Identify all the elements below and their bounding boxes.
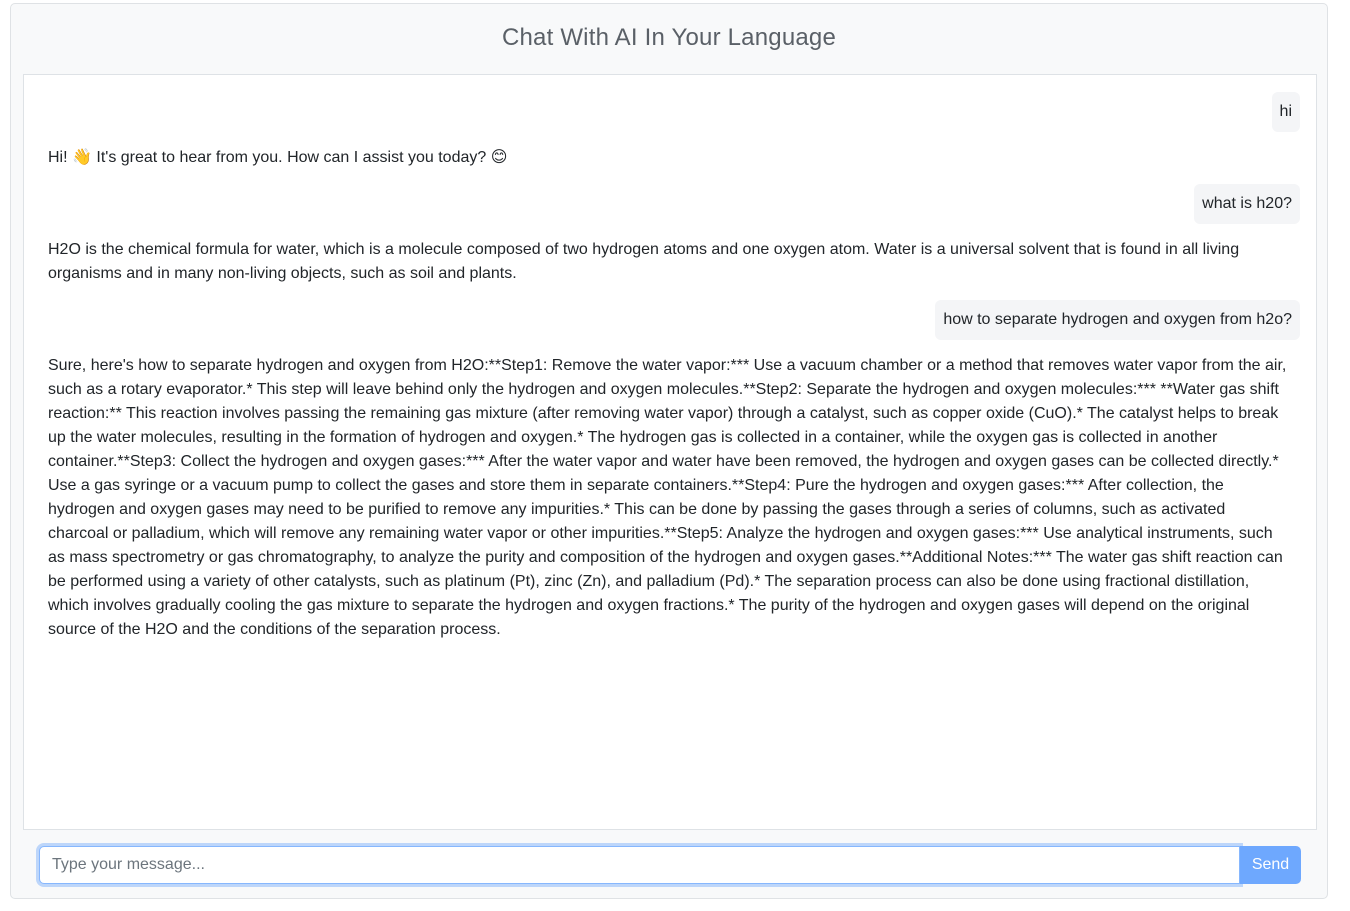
message-row-ai: H2O is the chemical formula for water, w… — [48, 238, 1300, 286]
chat-history[interactable]: hi Hi! 👋 It's great to hear from you. Ho… — [23, 74, 1317, 830]
ai-message: H2O is the chemical formula for water, w… — [48, 241, 1240, 282]
message-input[interactable] — [39, 846, 1240, 884]
chat-app: Chat With AI In Your Language hi Hi! 👋 I… — [10, 3, 1328, 899]
message-row-user: what is h20? — [48, 184, 1300, 224]
header: Chat With AI In Your Language — [11, 4, 1327, 74]
ai-message: Sure, here's how to separate hydrogen an… — [48, 357, 1287, 638]
user-message: how to separate hydrogen and oxygen from… — [935, 300, 1300, 340]
ai-message: Hi! 👋 It's great to hear from you. How c… — [48, 149, 508, 166]
message-composer: Send — [39, 846, 1301, 884]
page-title: Chat With AI In Your Language — [501, 24, 837, 51]
message-row-user: hi — [48, 92, 1300, 132]
user-message: what is h20? — [1194, 184, 1300, 224]
message-row-user: how to separate hydrogen and oxygen from… — [48, 300, 1300, 340]
message-row-ai: Hi! 👋 It's great to hear from you. How c… — [48, 146, 1300, 170]
message-row-ai: Sure, here's how to separate hydrogen an… — [48, 354, 1300, 642]
send-button[interactable]: Send — [1240, 846, 1301, 884]
user-message: hi — [1271, 92, 1300, 132]
